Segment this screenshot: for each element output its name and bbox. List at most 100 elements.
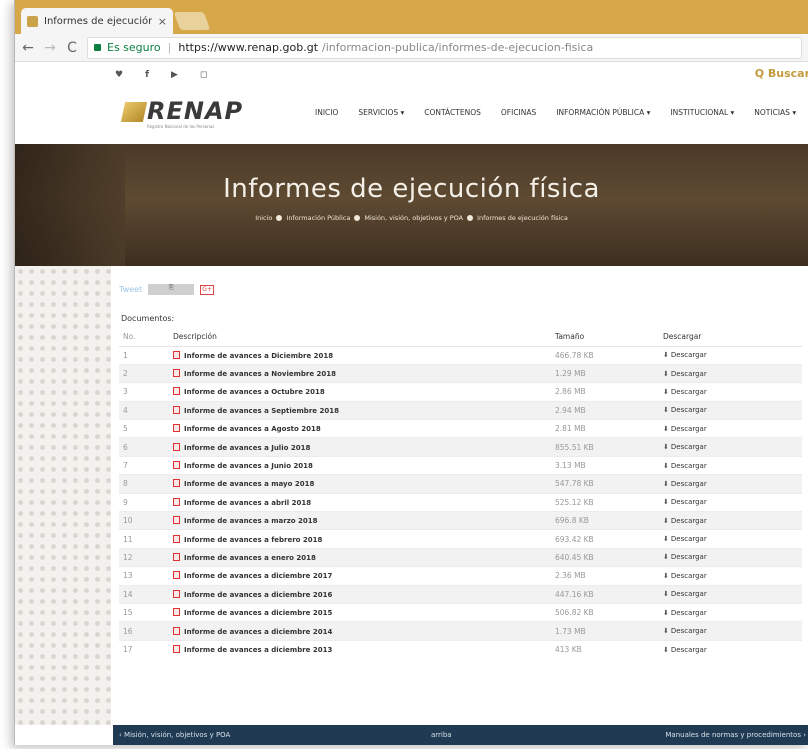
document-link[interactable]: Informe de avances a febrero 2018	[173, 529, 555, 549]
secure-label: Es seguro	[107, 41, 161, 54]
download-label: Descargar	[670, 535, 707, 544]
back-to-top-link[interactable]: arriba	[431, 731, 631, 739]
document-link[interactable]: Informe de avances a diciembre 2015	[173, 602, 555, 622]
menu-item-institucional[interactable]: Institucional ▾	[670, 108, 734, 117]
document-link[interactable]: Informe de avances a diciembre 2016	[173, 584, 555, 604]
table-row: 5 Informe de avances a Agosto 2018 2.81 MB…	[119, 419, 802, 438]
share-button[interactable]: ⎘	[148, 284, 195, 295]
document-title: Informe de avances a Junio 2018	[184, 462, 313, 471]
document-title: Informe de avances a Noviembre 2018	[184, 370, 337, 379]
file-size: 2.36 MB	[555, 566, 663, 586]
lock-icon	[94, 44, 101, 51]
file-size: 547.78 KB	[555, 474, 663, 494]
document-link[interactable]: Informe de avances a mayo 2018	[173, 474, 555, 494]
document-link[interactable]: Informe de avances a abril 2018	[173, 492, 555, 512]
facebook-icon[interactable]: f	[145, 70, 149, 80]
menu-item-informacion-publica[interactable]: Información Pública ▾	[556, 108, 650, 117]
row-number: 13	[119, 566, 173, 586]
prev-page-link[interactable]: ‹ Misión, visión, objetivos y POA	[113, 731, 431, 739]
table-row: 11 Informe de avances a febrero 2018 693.4…	[119, 529, 802, 549]
social-bar: ♥ f ▶ ◻ Q Buscar	[15, 62, 808, 88]
table-row: 17 Informe de avances a diciembre 2013 413…	[119, 639, 802, 659]
download-link[interactable]: ⬇ Descargar	[663, 437, 802, 457]
back-icon[interactable]: ←	[21, 40, 35, 56]
download-label: Descargar	[670, 443, 707, 452]
new-tab-button[interactable]	[173, 12, 211, 30]
header-no: No.	[119, 328, 173, 347]
renap-logo[interactable]: RENAP Registro Nacional de las Personas	[120, 99, 243, 129]
download-icon: ⬇	[663, 553, 669, 562]
download-link[interactable]: ⬇ Descargar	[663, 621, 802, 641]
table-row: 3 Informe de avances a Octubre 2018 2.86 M…	[119, 382, 802, 402]
document-link[interactable]: Informe de avances a Diciembre 2018	[173, 345, 555, 365]
menu-item-inicio[interactable]: Inicio	[315, 108, 338, 117]
browser-tab[interactable]: Informes de ejecución fís ×	[21, 8, 173, 34]
download-link[interactable]: ⬇ Descargar	[663, 602, 802, 622]
download-link[interactable]: ⬇ Descargar	[663, 639, 802, 659]
twitter-icon[interactable]: ♥	[115, 70, 123, 80]
menu-item-contactenos[interactable]: Contáctenos	[424, 108, 481, 117]
address-bar: ← → C Es seguro | https://www.renap.gob.…	[15, 34, 808, 62]
document-link[interactable]: Informe de avances a diciembre 2017	[173, 566, 555, 586]
favicon-icon	[27, 15, 38, 27]
page: ♥ f ▶ ◻ Q Buscar RENAP Registro Nacional…	[15, 62, 808, 745]
table-row: 2 Informe de avances a Noviembre 2018 1.29…	[119, 363, 802, 383]
tweet-button[interactable]: Tweet	[119, 285, 142, 294]
document-link[interactable]: Informe de avances a Septiembre 2018	[173, 400, 555, 420]
document-link[interactable]: Informe de avances a Noviembre 2018	[173, 363, 555, 383]
breadcrumb-current: Informes de ejecución física	[477, 214, 568, 222]
download-link[interactable]: ⬇ Descargar	[663, 492, 802, 512]
close-icon[interactable]: ×	[158, 15, 167, 28]
file-size: 525.12 KB	[555, 492, 663, 512]
row-number: 4	[119, 400, 173, 420]
file-size: 466.78 KB	[555, 345, 663, 365]
next-page-link[interactable]: Manuales de normas y procedimientos ›	[631, 731, 808, 739]
document-link[interactable]: Informe de avances a enero 2018	[173, 547, 555, 567]
download-link[interactable]: ⬇ Descargar	[663, 566, 802, 586]
header-size: Tamaño	[555, 328, 663, 347]
breadcrumb-item[interactable]: Inicio	[255, 214, 272, 222]
url-input[interactable]: Es seguro | https://www.renap.gob.gt/inf…	[87, 36, 802, 59]
document-title: Informe de avances a marzo 2018	[184, 517, 318, 526]
file-size: 696.8 KB	[555, 511, 663, 530]
download-link[interactable]: ⬇ Descargar	[663, 547, 802, 567]
document-link[interactable]: Informe de avances a Julio 2018	[173, 437, 555, 457]
tab-title: Informes de ejecución fís	[44, 15, 152, 27]
menu-item-servicios[interactable]: Servicios ▾	[358, 108, 404, 117]
menu-item-oficinas[interactable]: Oficinas	[501, 108, 536, 117]
forward-icon[interactable]: →	[43, 40, 57, 56]
download-label: Descargar	[670, 571, 707, 580]
table-row: 7 Informe de avances a Junio 2018 3.13 MB ⬇…	[119, 455, 802, 475]
google-plus-button[interactable]: G+	[200, 284, 215, 295]
download-link[interactable]: ⬇ Descargar	[663, 511, 802, 530]
document-link[interactable]: Informe de avances a Junio 2018	[173, 455, 555, 475]
download-link[interactable]: ⬇ Descargar	[663, 474, 802, 494]
file-size: 1.29 MB	[555, 363, 663, 383]
main-menu: Inicio Servicios ▾ Contáctenos Oficinas …	[315, 108, 796, 117]
document-link[interactable]: Informe de avances a diciembre 2013	[173, 639, 555, 659]
download-link[interactable]: ⬇ Descargar	[663, 419, 802, 438]
download-link[interactable]: ⬇ Descargar	[663, 529, 802, 549]
instagram-icon[interactable]: ◻	[200, 70, 207, 80]
download-link[interactable]: ⬇ Descargar	[663, 584, 802, 604]
document-title: Informe de avances a diciembre 2013	[184, 646, 333, 655]
download-label: Descargar	[670, 387, 707, 396]
document-link[interactable]: Informe de avances a marzo 2018	[173, 511, 555, 530]
download-icon: ⬇	[663, 461, 669, 470]
document-link[interactable]: Informe de avances a Octubre 2018	[173, 382, 555, 402]
download-label: Descargar	[670, 461, 707, 470]
search-link[interactable]: Q Buscar	[755, 67, 808, 80]
document-link[interactable]: Informe de avances a Agosto 2018	[173, 419, 555, 438]
reload-icon[interactable]: C	[65, 40, 79, 56]
document-link[interactable]: Informe de avances a diciembre 2014	[173, 621, 555, 641]
menu-item-noticias[interactable]: Noticias ▾	[754, 108, 796, 117]
download-link[interactable]: ⬇ Descargar	[663, 382, 802, 402]
download-link[interactable]: ⬇ Descargar	[663, 455, 802, 475]
youtube-icon[interactable]: ▶	[171, 70, 178, 80]
breadcrumb-item[interactable]: Misión, visión, objetivos y POA	[364, 214, 463, 222]
download-link[interactable]: ⬇ Descargar	[663, 363, 802, 383]
download-icon: ⬇	[663, 590, 669, 599]
download-link[interactable]: ⬇ Descargar	[663, 345, 802, 365]
download-link[interactable]: ⬇ Descargar	[663, 400, 802, 420]
breadcrumb-item[interactable]: Información Pública	[286, 214, 350, 222]
